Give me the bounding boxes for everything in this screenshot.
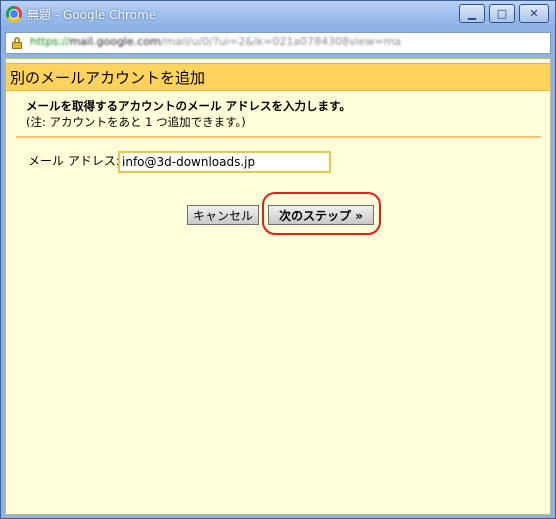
window-controls: ▁ □ ✕ <box>459 4 549 23</box>
lock-icon <box>12 37 22 49</box>
cancel-button[interactable]: キャンセル <box>187 205 259 225</box>
next-step-button[interactable]: 次のステップ » <box>268 205 374 225</box>
maximize-button[interactable]: □ <box>489 4 515 23</box>
dialog-title: 別のメールアカウントを追加 <box>10 69 206 87</box>
lock-body <box>12 42 22 49</box>
title-bar[interactable]: 無題 - Google Chrome ▁ □ ✕ <box>1 1 555 28</box>
dialog-content: 別のメールアカウントを追加 メールを取得するアカウントのメール アドレスを入力し… <box>5 58 551 515</box>
url-host: mail.google.com <box>69 35 161 48</box>
url-path: /mail/u/0/?ui=2&ik=021a0784308view=ma <box>160 35 402 48</box>
email-field[interactable] <box>118 151 331 173</box>
address-bar[interactable]: https://mail.google.com/mail/u/0/?ui=2&i… <box>5 32 551 54</box>
email-label: メール アドレス: <box>28 154 120 168</box>
browser-window: 無題 - Google Chrome ▁ □ ✕ https://mail.go… <box>0 0 556 519</box>
close-button[interactable]: ✕ <box>519 4 549 23</box>
url-scheme: https:// <box>30 35 70 48</box>
window-title: 無題 - Google Chrome <box>27 8 157 22</box>
note-text: (注: アカウントをあと 1 つ追加できます。) <box>26 115 246 129</box>
dialog-header: 別のメールアカウントを追加 <box>6 63 550 91</box>
chrome-logo-icon <box>6 6 22 22</box>
url-text[interactable]: https://mail.google.com/mail/u/0/?ui=2&i… <box>30 35 401 48</box>
minimize-button[interactable]: ▁ <box>459 4 485 23</box>
divider <box>16 136 541 138</box>
instruction-text: メールを取得するアカウントのメール アドレスを入力します。 <box>26 99 351 113</box>
